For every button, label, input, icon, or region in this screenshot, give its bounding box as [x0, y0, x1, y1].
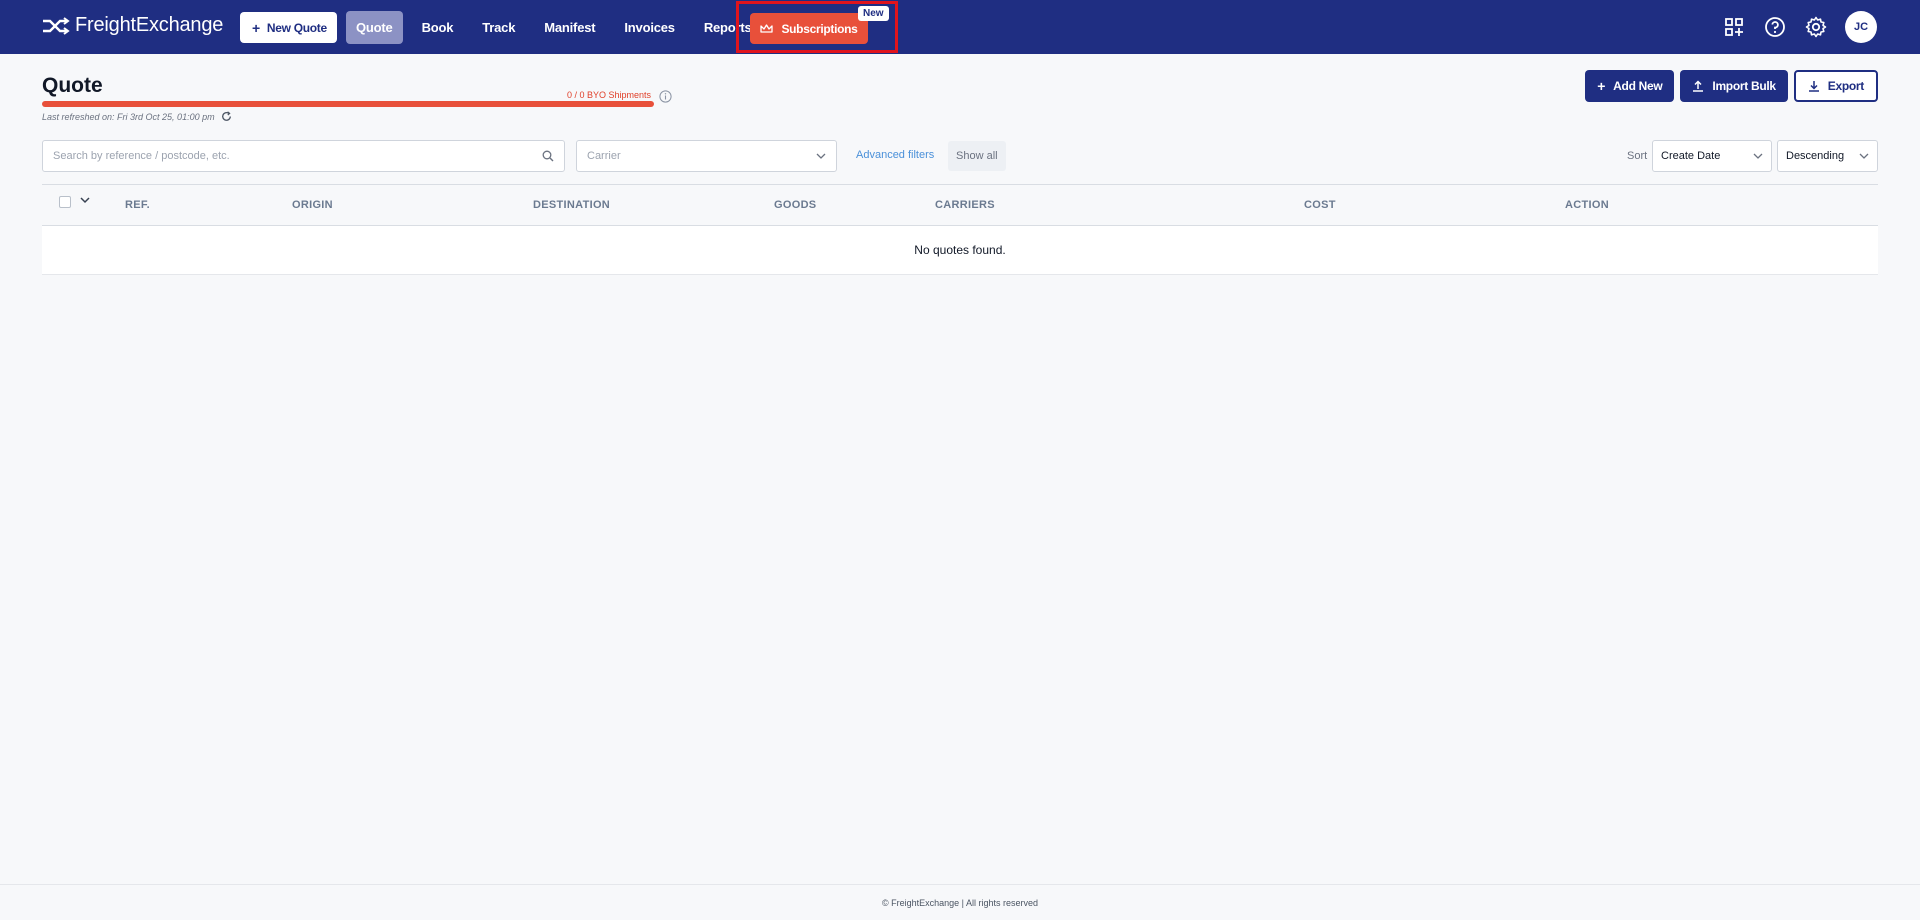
column-header-ref[interactable]: REF. [125, 199, 150, 211]
apps-add-icon[interactable] [1722, 15, 1746, 39]
table-header: REF. ORIGIN DESTINATION GOODS CARRIERS C… [42, 184, 1878, 226]
column-header-carriers[interactable]: CARRIERS [935, 199, 995, 211]
subscriptions-label: Subscriptions [781, 21, 858, 36]
user-avatar[interactable]: JC [1845, 11, 1877, 43]
chevron-down-icon [1859, 153, 1869, 159]
add-new-label: Add New [1613, 79, 1663, 93]
column-header-goods[interactable]: GOODS [774, 199, 816, 211]
search-icon[interactable] [542, 150, 554, 162]
chevron-down-icon [1753, 153, 1763, 159]
quotes-table: REF. ORIGIN DESTINATION GOODS CARRIERS C… [42, 184, 1878, 275]
nav-item-book[interactable]: Book [412, 11, 464, 44]
upload-icon [1693, 80, 1704, 92]
page-title: Quote [42, 74, 103, 97]
chevron-down-icon [816, 153, 826, 159]
info-icon[interactable] [659, 90, 672, 108]
app-logo[interactable]: FreightExchange [42, 14, 223, 37]
refresh-icon[interactable] [221, 111, 232, 122]
sort-label: Sort [1627, 150, 1648, 162]
help-icon[interactable] [1763, 15, 1787, 39]
import-bulk-label: Import Bulk [1712, 79, 1776, 93]
add-new-button[interactable]: + Add New [1585, 70, 1675, 102]
crown-icon [760, 23, 774, 33]
plus-icon: + [1597, 78, 1606, 94]
byo-shipments-progress-bar [42, 101, 654, 107]
show-all-button[interactable]: Show all [948, 141, 1006, 171]
column-header-destination[interactable]: DESTINATION [533, 199, 610, 211]
settings-gear-icon[interactable] [1804, 15, 1828, 39]
nav-item-quote[interactable]: Quote [346, 11, 403, 44]
new-quote-label: New Quote [266, 20, 327, 35]
subscriptions-button[interactable]: Subscriptions [750, 13, 868, 44]
top-navigation-bar: FreightExchange + New Quote Quote Book T… [0, 0, 1920, 54]
carrier-select[interactable]: Carrier [576, 140, 837, 172]
shuffle-logo-icon [43, 16, 70, 35]
export-button[interactable]: Export [1793, 70, 1878, 102]
advanced-filters-link[interactable]: Advanced filters [856, 149, 934, 161]
footer-copyright: © FreightExchange | All rights reserved [881, 897, 1039, 908]
last-refreshed-text: Last refreshed on: Fri 3rd Oct 25, 01:00… [42, 111, 215, 122]
nav-item-invoices[interactable]: Invoices [614, 11, 684, 44]
import-bulk-button[interactable]: Import Bulk [1680, 70, 1788, 102]
sort-order-value: Descending [1786, 150, 1845, 162]
empty-state-row: No quotes found. [42, 226, 1878, 275]
search-box [42, 140, 565, 172]
export-label: Export [1827, 79, 1865, 93]
search-input[interactable] [53, 150, 542, 162]
plus-icon: + [252, 19, 260, 36]
select-all-checkbox[interactable] [59, 196, 71, 208]
nav-item-manifest[interactable]: Manifest [534, 11, 605, 44]
sort-order-select[interactable]: Descending [1777, 140, 1878, 172]
download-icon [1808, 81, 1819, 92]
column-header-origin[interactable]: ORIGIN [292, 199, 333, 211]
last-refreshed: Last refreshed on: Fri 3rd Oct 25, 01:00… [42, 111, 232, 122]
byo-shipments-label: 0 / 0 BYO Shipments [567, 90, 652, 100]
new-quote-button[interactable]: + New Quote [240, 12, 337, 43]
app-name: FreightExchange [75, 14, 224, 36]
footer: © FreightExchange | All rights reserved [0, 884, 1920, 920]
main-nav: Quote Book Track Manifest Invoices Repor… [346, 11, 771, 44]
new-badge: New [858, 6, 889, 21]
column-header-cost[interactable]: COST [1304, 199, 1336, 211]
carrier-placeholder: Carrier [587, 150, 621, 162]
nav-item-track[interactable]: Track [472, 11, 525, 44]
empty-state-message: No quotes found. [914, 243, 1006, 257]
sort-field-value: Create Date [1661, 150, 1721, 162]
column-header-action: ACTION [1565, 199, 1609, 211]
page-actions: + Add New Import Bulk Export [1585, 70, 1878, 102]
sort-field-select[interactable]: Create Date [1652, 140, 1772, 172]
chevron-down-icon[interactable] [80, 197, 90, 204]
topbar-actions: JC [1722, 11, 1877, 43]
